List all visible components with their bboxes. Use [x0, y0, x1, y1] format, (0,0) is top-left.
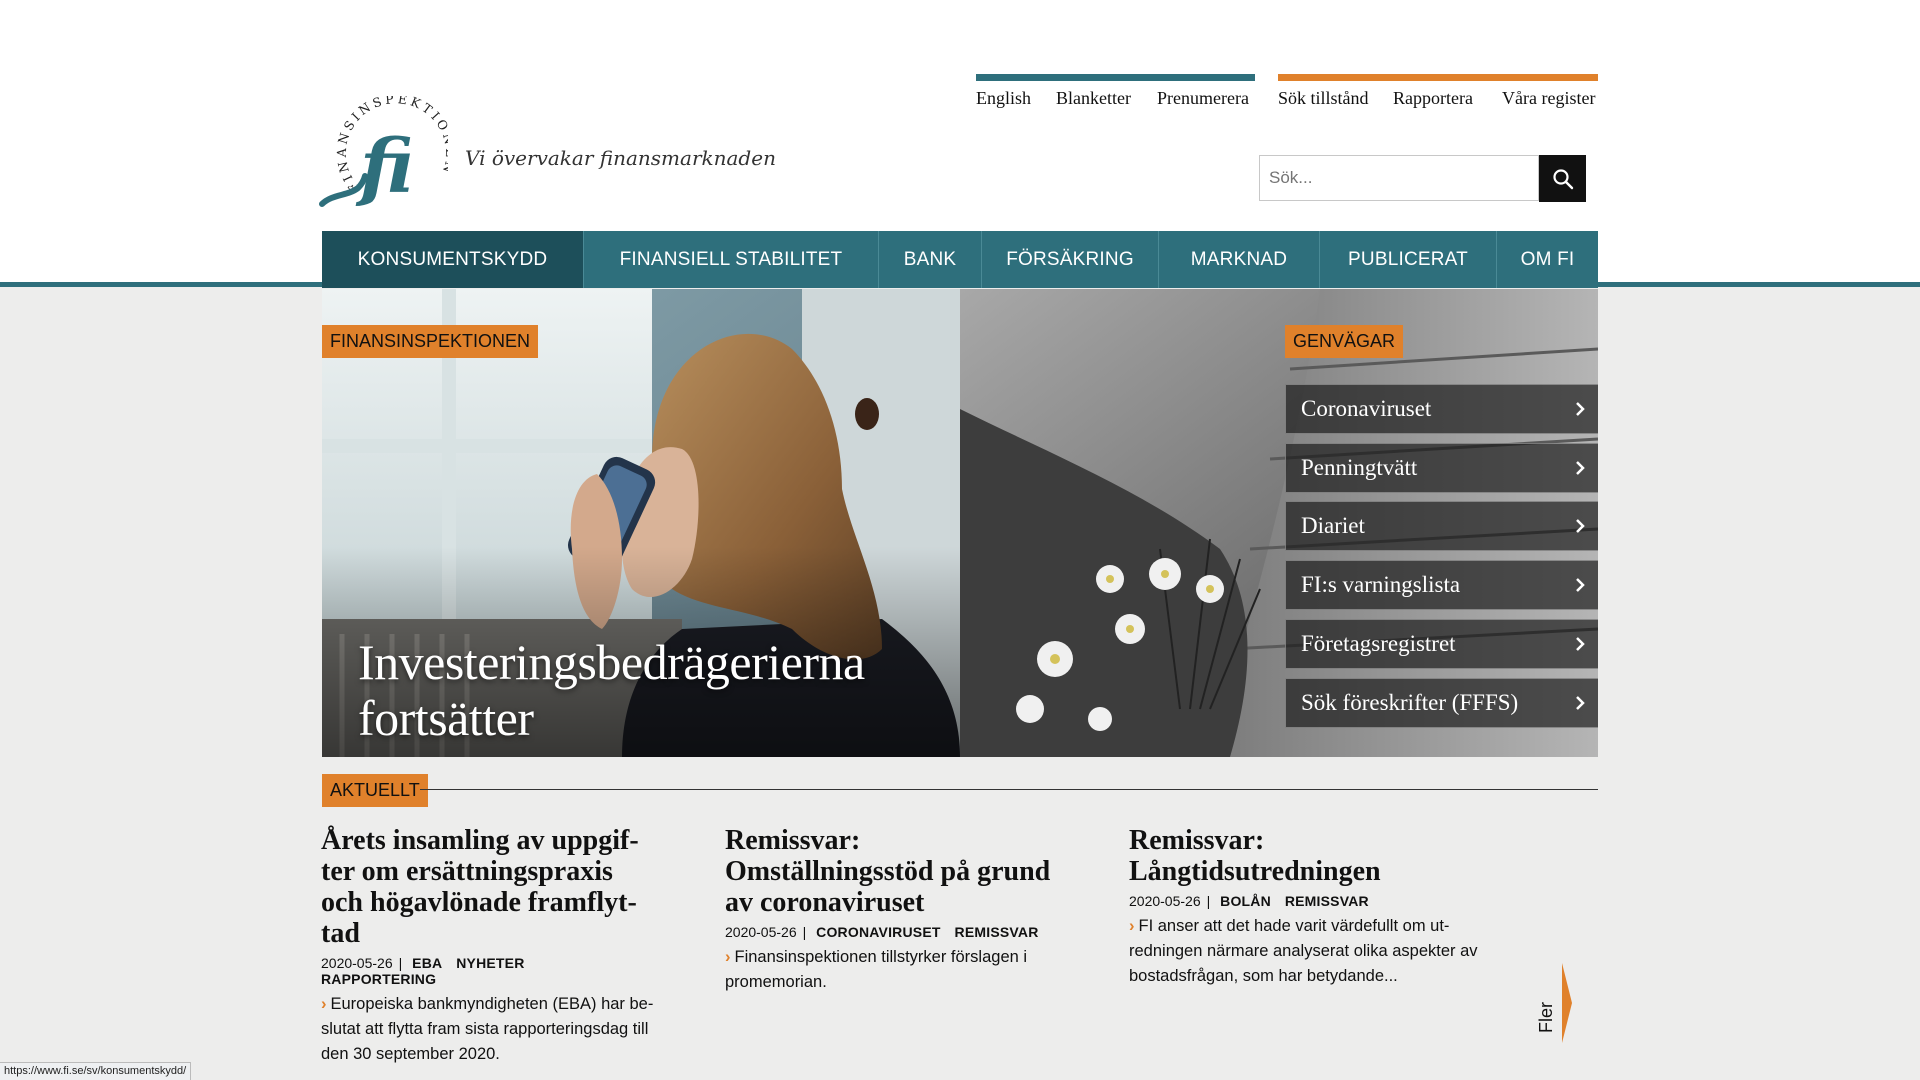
shortcut-label: Sök föreskrifter (FFFS) [1301, 690, 1519, 715]
link-english[interactable]: English [976, 88, 1031, 109]
link-prenumerera[interactable]: Prenumerera [1157, 88, 1249, 109]
nav-item-konsumentskydd[interactable]: KONSUMENTSKYDD [322, 231, 584, 288]
news-tag[interactable]: NYHETER [456, 955, 524, 971]
shortcut-label: FI:s varningslista [1301, 572, 1461, 597]
news-date: 2020-05-26 [1129, 893, 1201, 909]
nav-item-finansiell-stabilitet[interactable]: FINANSIELL STABILITET [584, 231, 879, 288]
shortcuts-tag: GENVÄGAR [1285, 325, 1404, 358]
nav-item-bank[interactable]: BANK [879, 231, 982, 288]
nav-item-publicerat[interactable]: PUBLICERAT [1320, 231, 1497, 288]
shortcut-penningtvatt[interactable]: Penningtvätt [1285, 443, 1598, 493]
nav-item-forsakring[interactable]: FÖRSÄKRING [982, 231, 1159, 288]
shortcut-label: Coronaviruset [1301, 396, 1432, 421]
news-meta: 2020-05-26 | CORONAVIRUSET REMISSVAR [725, 924, 1039, 940]
hero-feature[interactable]: FINANSINSPEKTIONEN Investeringsbedrägeri… [322, 289, 960, 757]
link-sok-tillstand[interactable]: Sök tillstånd [1278, 88, 1369, 109]
top-links-group-2: Sök tillstånd Rapportera Våra register [1278, 74, 1598, 114]
nav-item-marknad[interactable]: MARKNAD [1159, 231, 1320, 288]
news-date: 2020-05-26 [321, 955, 393, 971]
news-summary-text: Finansinspektionen tillstyrker förslagen… [725, 948, 1028, 991]
news-summary: › Finansinspektionen tillstyrker förslage… [725, 945, 1065, 995]
link-blanketter[interactable]: Blanketter [1056, 88, 1131, 109]
more-news-button[interactable]: Fler [1532, 963, 1572, 1043]
news-title[interactable]: Årets insamling av uppgif­ter om ersättn… [321, 825, 661, 949]
news-meta: 2020-05-26 | BOLÅN REMISSVAR [1129, 893, 1369, 909]
shortcut-label: Penningtvätt [1301, 455, 1418, 480]
logo-mark: fi [355, 124, 414, 210]
search-input[interactable] [1260, 156, 1529, 200]
shortcut-coronaviruset[interactable]: Coronaviruset [1285, 384, 1598, 434]
more-news-label: Fler [1536, 1002, 1556, 1033]
shortcut-label: Diariet [1301, 513, 1365, 538]
search-icon [1552, 168, 1573, 189]
news-item: Remissvar: Omställningsstöd på grund av … [725, 825, 1065, 995]
news-section-divider [420, 789, 1598, 790]
news-item: Årets insamling av uppgif­ter om ersättn… [321, 825, 661, 1067]
tagline: Vi övervakar finansmarknaden [465, 146, 776, 170]
nav-item-om-fi[interactable]: OM FI [1497, 231, 1598, 288]
top-links-group-1: English Blanketter Prenumerera [976, 74, 1255, 114]
news-title[interactable]: Remissvar: Långtidsutredningen [1129, 825, 1479, 887]
news-section-tag: AKTUELLT [322, 774, 428, 807]
chevron-right-icon [1576, 519, 1585, 533]
news-tag[interactable]: BOLÅN [1220, 893, 1271, 909]
fi-logo[interactable]: FINANSINSPEKTIONEN fi [318, 91, 455, 214]
hero-title[interactable]: Investeringsbedrägerierna fortsätter [358, 634, 938, 746]
search-box [1259, 155, 1539, 201]
news-date: 2020-05-26 [725, 924, 797, 940]
search-button[interactable] [1539, 155, 1586, 202]
news-meta: 2020-05-26 | EBA NYHETER RAPPORTERING [321, 955, 525, 987]
news-tag[interactable]: REMISSVAR [955, 924, 1039, 940]
chevron-right-icon [1576, 696, 1585, 710]
news-item: Remissvar: Långtidsutredningen 2020-05-2… [1129, 825, 1479, 989]
link-rapportera[interactable]: Rapportera [1393, 88, 1473, 109]
shortcut-varningslista[interactable]: FI:s varningslista [1285, 560, 1598, 610]
news-summary: › FI anser att det hade varit värdefullt … [1129, 914, 1479, 989]
arrow-right-icon [1562, 963, 1572, 1043]
news-summary-text: Europeiska bankmyndigheten (EBA) har be­… [321, 995, 654, 1063]
chevron-right-icon [1576, 461, 1585, 475]
top-links-bar-teal [976, 74, 1255, 81]
arrow-right-icon: › [725, 948, 731, 966]
hero-tag: FINANSINSPEKTIONEN [322, 325, 539, 358]
shortcut-label: Företagsregistret [1301, 631, 1456, 656]
chevron-right-icon [1576, 637, 1585, 651]
link-vara-register[interactable]: Våra register [1502, 88, 1595, 109]
chevron-right-icon [1576, 402, 1585, 416]
arrow-right-icon: › [321, 995, 327, 1013]
news-tag[interactable]: RAPPORTERING [321, 971, 436, 987]
shortcut-sok-foreskrifter[interactable]: Sök föreskrifter (FFFS) [1285, 678, 1598, 728]
browser-status-url: https://www.fi.se/sv/konsumentskydd/ [0, 1062, 192, 1080]
top-links-bar-orange [1278, 74, 1598, 81]
news-summary: › Europeiska bankmyndigheten (EBA) har be… [321, 992, 661, 1067]
shortcut-foretagsregistret[interactable]: Företagsregistret [1285, 619, 1598, 669]
news-tag[interactable]: CORONAVIRUSET [816, 924, 940, 940]
main-nav: KONSUMENTSKYDD FINANSIELL STABILITET BAN… [322, 231, 1598, 288]
news-title[interactable]: Remissvar: Omställningsstöd på grund av … [725, 825, 1065, 918]
shortcut-diariet[interactable]: Diariet [1285, 501, 1598, 551]
chevron-right-icon [1576, 578, 1585, 592]
news-tag[interactable]: EBA [412, 955, 442, 971]
news-summary-text: FI anser att det hade varit värdefullt o… [1129, 917, 1478, 985]
news-tag[interactable]: REMISSVAR [1285, 893, 1369, 909]
arrow-right-icon: › [1129, 917, 1135, 935]
